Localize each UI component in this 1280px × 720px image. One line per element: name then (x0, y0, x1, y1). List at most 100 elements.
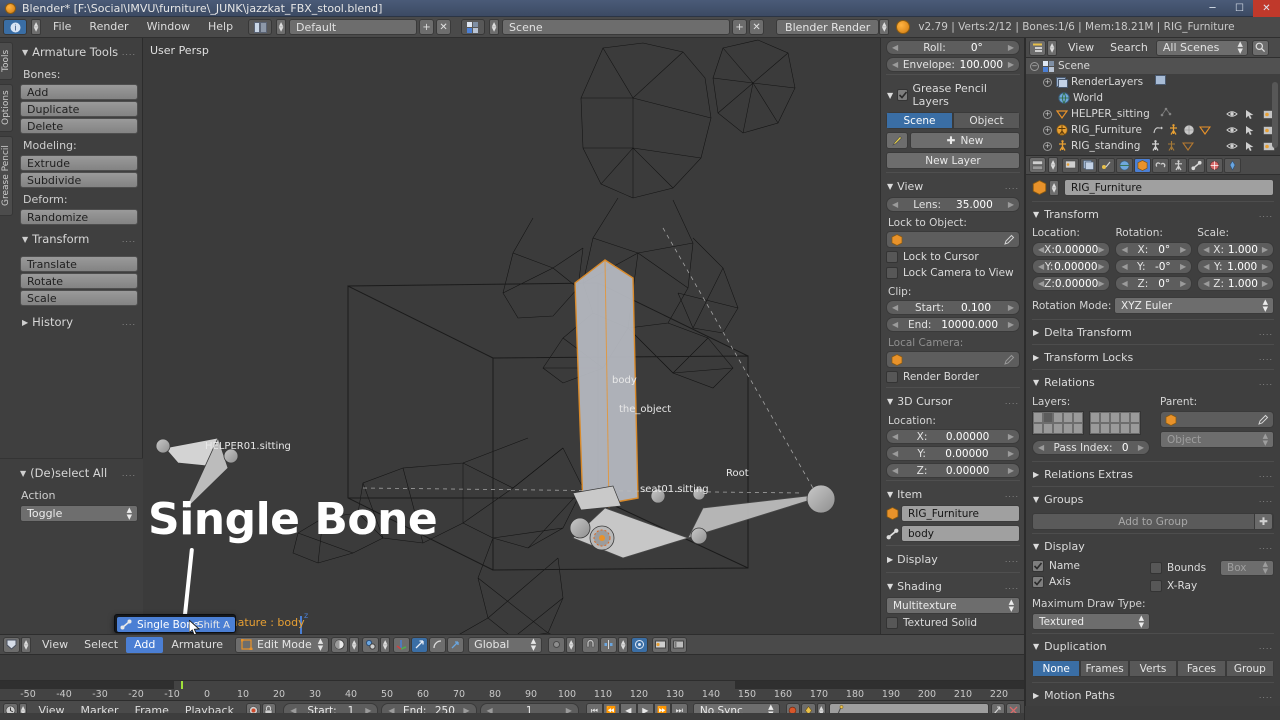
editor-type-outliner-icon[interactable] (1029, 39, 1046, 56)
clip-end-field[interactable]: ◀ End: 10000.000 ▶ (886, 317, 1020, 332)
duplicate-bone-button[interactable]: Duplicate (20, 101, 138, 117)
duplication-frames[interactable]: Frames (1080, 660, 1129, 677)
gp-tab-scene[interactable]: Scene (886, 112, 953, 129)
maximize-button[interactable]: ☐ (1226, 0, 1253, 17)
cursor-y-field[interactable]: ◀ Y: 0.00000 ▶ (886, 446, 1020, 461)
tab-grease-pencil[interactable]: Grease Pencil (0, 136, 13, 216)
object-scale-x[interactable]: ◀ X: 1.000 ▶ (1197, 242, 1274, 257)
outliner-row-rig-standing[interactable]: + RIG_standing (1026, 138, 1280, 154)
panel-duplication-header[interactable]: ▼ Duplication .... (1032, 635, 1274, 657)
render-border-checkbox[interactable] (886, 371, 898, 383)
tab-render[interactable] (1062, 157, 1079, 173)
tab-tools[interactable]: Tools (0, 42, 13, 80)
duplication-faces[interactable]: Faces (1177, 660, 1226, 677)
timeline-ruler[interactable]: -50 -40 -30 -20 -10 0 10 20 30 40 50 60 … (0, 680, 1025, 700)
cursor-x-field[interactable]: ◀ X: 0.00000 ▶ (886, 429, 1020, 444)
panel-shading-header[interactable]: ▼ Shading .... (886, 575, 1020, 597)
empty-icon[interactable] (1182, 141, 1195, 152)
expand-icon[interactable]: + (1043, 141, 1052, 151)
viewport-menu-add[interactable]: Add (126, 636, 164, 653)
object-rotation-y[interactable]: ◀ Y: -0° ▶ (1115, 259, 1193, 274)
scale-button[interactable]: Scale (20, 290, 138, 306)
splitter-horizontal-outliner[interactable] (1025, 155, 1280, 156)
pass-index-field[interactable]: ◀ Pass Index: 0 ▶ (1032, 440, 1150, 455)
panel-delta-transform-header[interactable]: ▶ Delta Transform .... (1032, 321, 1274, 343)
tab-physics[interactable] (1206, 157, 1223, 173)
lock-camera-to-view-row[interactable]: Lock Camera to View (886, 267, 1020, 279)
panel-display-header[interactable]: ▼ Display .... (1032, 535, 1274, 557)
object-scale-z[interactable]: ◀ Z: 1.000 ▶ (1197, 276, 1274, 291)
pose-alt-icon[interactable] (1166, 140, 1177, 152)
object-location-y[interactable]: ◀ Y: 0.00000 ▶ (1032, 259, 1111, 274)
local-camera-field[interactable] (886, 351, 1020, 368)
outliner-row-renderlayers[interactable]: + RenderLayers (1026, 74, 1280, 90)
panel-armature-tools-header[interactable]: ▼ Armature Tools .... (20, 42, 138, 64)
textured-solid-checkbox[interactable] (886, 617, 898, 629)
lock-to-cursor-row[interactable]: Lock to Cursor (886, 251, 1020, 263)
interaction-mode-dropdown[interactable]: Edit Mode ▲ ▼ (235, 636, 330, 653)
collapse-icon[interactable]: − (1030, 61, 1039, 71)
grease-pencil-checkbox[interactable] (897, 89, 909, 101)
parent-type-dropdown[interactable]: Object ▲ ▼ (1160, 431, 1274, 448)
menu-file[interactable]: File (44, 19, 80, 35)
animation-icon[interactable] (1152, 125, 1164, 136)
scene-dropdown[interactable]: Scene (502, 19, 731, 35)
extrude-button[interactable]: Extrude (20, 155, 138, 171)
panel-transform-locks-header[interactable]: ▶ Transform Locks .... (1032, 346, 1274, 368)
layer-spinner-icon[interactable]: ▲ ▼ (566, 636, 577, 653)
delete-screen-layout-button[interactable]: ✕ (436, 19, 452, 35)
manipulator-rotate-icon[interactable] (429, 636, 447, 653)
mesh-icon[interactable] (1183, 124, 1195, 136)
add-bone-button[interactable]: Add (20, 84, 138, 100)
object-rotation-z[interactable]: ◀ Z: 0° ▶ (1115, 276, 1193, 291)
render-border-row[interactable]: Render Border (886, 371, 1020, 383)
outliner-row-helper-sitting[interactable]: + HELPER_sitting (1026, 106, 1280, 122)
randomize-button[interactable]: Randomize (20, 209, 138, 225)
add-scene-button[interactable]: + (732, 19, 748, 35)
bone-envelope-field[interactable]: ◀ Envelope: 100.000 ▶ (886, 57, 1020, 72)
manipulator-toggle-icon[interactable] (393, 636, 411, 653)
object-rotation-x[interactable]: ◀ X: 0° ▶ (1115, 242, 1193, 257)
display-xray-checkbox[interactable] (1150, 580, 1162, 592)
grease-pencil-new-layer-button[interactable]: New Layer (886, 152, 1020, 169)
viewport-shading-spinner-icon[interactable]: ▲ ▼ (349, 636, 360, 653)
panel-transform-header[interactable]: ▼ Transform .... (20, 229, 138, 251)
clip-start-field[interactable]: ◀ Start: 0.100 ▶ (886, 300, 1020, 315)
menu-render[interactable]: Render (80, 19, 137, 35)
tab-bone[interactable] (1188, 157, 1205, 173)
plus-icon[interactable]: ✚ (1254, 513, 1273, 530)
editor-type-spinner-icon[interactable]: ▲ ▼ (31, 19, 41, 35)
render-opengl-icon[interactable] (652, 636, 670, 653)
operator-action-select[interactable]: Toggle ▲ ▼ (20, 505, 138, 522)
tab-options[interactable]: Options (0, 84, 13, 132)
cursor-z-field[interactable]: ◀ Z: 0.00000 ▶ (886, 463, 1020, 478)
minimize-button[interactable]: ─ (1199, 0, 1226, 17)
subdivide-button[interactable]: Subdivide (20, 172, 138, 188)
cursor-select-icon[interactable] (1245, 125, 1256, 136)
outliner-menu-search[interactable]: Search (1102, 40, 1156, 56)
eyedropper-icon[interactable] (1004, 234, 1015, 245)
lock-to-cursor-checkbox[interactable] (886, 251, 898, 263)
viewport-menu-view[interactable]: View (34, 637, 76, 653)
expand-icon[interactable]: + (1043, 109, 1052, 119)
max-draw-type-dropdown[interactable]: Textured ▲ ▼ (1032, 613, 1150, 630)
tab-render-layers[interactable] (1080, 157, 1097, 173)
screen-layout-dropdown[interactable]: Default (289, 19, 418, 35)
panel-motion-paths-header[interactable]: ▶ Motion Paths .... (1032, 684, 1274, 706)
eye-icon[interactable] (1226, 141, 1238, 151)
panel-view-header[interactable]: ▼ View .... (886, 175, 1020, 197)
textured-solid-row[interactable]: Textured Solid (886, 617, 1020, 629)
transform-orientation-dropdown[interactable]: Global ▲ ▼ (468, 636, 543, 653)
display-xray-row[interactable]: X-Ray (1150, 580, 1274, 592)
grease-pencil-brush-icon[interactable] (886, 132, 908, 149)
pivot-point-spinner-icon[interactable]: ▲ ▼ (380, 636, 391, 653)
display-axis-checkbox[interactable] (1032, 576, 1044, 588)
renderlayer-icon[interactable] (1155, 75, 1167, 86)
proportional-edit-icon[interactable] (631, 636, 649, 653)
screen-layout-icon[interactable] (248, 19, 273, 35)
add-menu-popup[interactable]: Single Bone Shift A (114, 614, 236, 633)
outliner-scrollbar[interactable] (1272, 82, 1278, 148)
duplication-mode-tabs[interactable]: None Frames Verts Faces Group (1032, 660, 1274, 677)
display-name-row[interactable]: Name (1032, 560, 1150, 572)
display-axis-row[interactable]: Axis (1032, 576, 1150, 588)
